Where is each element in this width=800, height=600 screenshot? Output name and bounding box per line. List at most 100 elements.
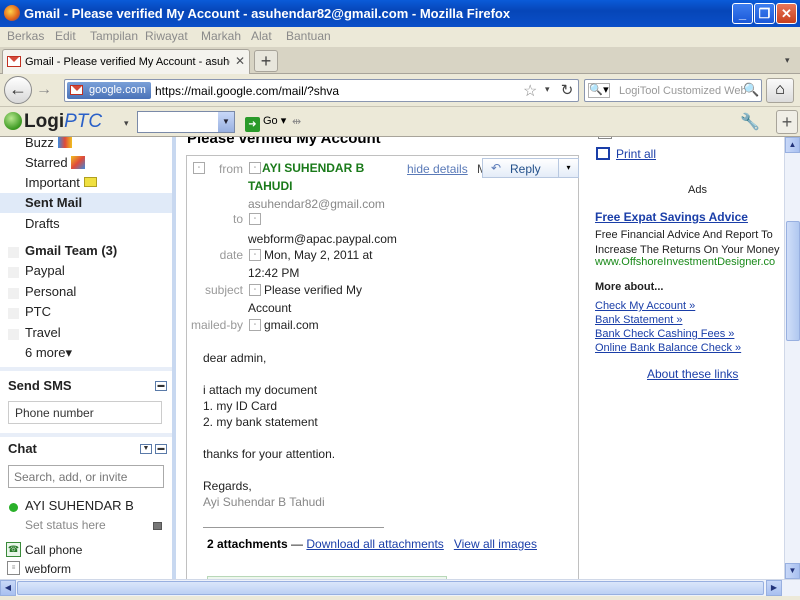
label-color-swatch-icon bbox=[8, 329, 19, 340]
collapse-sms-icon[interactable]: ▬ bbox=[155, 381, 167, 391]
search-icon[interactable]: 🔍 bbox=[743, 82, 759, 98]
sidebar-item-sent-mail[interactable]: Sent Mail bbox=[25, 195, 82, 210]
sidebar-label-travel[interactable]: Travel bbox=[25, 325, 61, 340]
sidebar-label-paypal[interactable]: Paypal bbox=[25, 263, 65, 278]
wrench-icon[interactable]: 🔧 bbox=[740, 112, 760, 132]
reload-icon[interactable]: ↻ bbox=[557, 81, 577, 100]
status-bar bbox=[0, 596, 800, 600]
more-labels-link[interactable]: 6 more▾ bbox=[25, 345, 72, 361]
sidebar-label-ptc[interactable]: PTC bbox=[25, 304, 51, 319]
menu-markah[interactable]: Markah bbox=[201, 29, 241, 43]
print-all-link[interactable]: Print all bbox=[616, 147, 656, 161]
sidebar-item-starred[interactable]: Starred bbox=[25, 155, 86, 170]
logiptc-logo[interactable]: LogiPTC bbox=[4, 111, 102, 133]
search-box[interactable]: 🔍▾ LogiTool Customized Web Search 🔍 bbox=[584, 79, 762, 102]
scroll-down-icon[interactable]: ▼ bbox=[785, 563, 800, 579]
sidebar-item-important[interactable]: Important bbox=[25, 175, 97, 190]
reply-label: Reply bbox=[510, 162, 541, 176]
minimize-button[interactable]: _ bbox=[732, 3, 753, 24]
sidebar-divider bbox=[0, 367, 172, 371]
scroll-left-icon[interactable]: ◀ bbox=[0, 580, 16, 596]
ad-link-bank-check-cashing[interactable]: Bank Check Cashing Fees » bbox=[595, 328, 734, 340]
ad-description: Free Financial Advice And Report To Incr… bbox=[595, 229, 780, 256]
forward-button[interactable]: → bbox=[33, 80, 55, 102]
reply-button[interactable]: ↶ Reply bbox=[482, 158, 559, 178]
search-engine-icon[interactable]: 🔍▾ bbox=[588, 83, 610, 98]
call-phone-link[interactable]: Call phone bbox=[25, 543, 82, 557]
bookmark-star-icon[interactable]: ☆ bbox=[523, 81, 537, 101]
url-history-chevron-icon[interactable]: ▾ bbox=[545, 84, 550, 95]
to-label: to bbox=[232, 212, 243, 226]
horizontal-scroll-thumb[interactable] bbox=[17, 581, 764, 595]
printer-icon[interactable] bbox=[596, 147, 610, 160]
menu-alat[interactable]: Alat bbox=[251, 29, 272, 43]
sidebar-label-gmail-team[interactable]: Gmail Team (3) bbox=[25, 243, 117, 258]
combo-chevron-down-icon[interactable]: ▼ bbox=[218, 112, 234, 132]
sidebar-item-drafts[interactable]: Drafts bbox=[25, 216, 60, 231]
gmail-sidebar: Buzz Starred Important Sent Mail Drafts … bbox=[0, 137, 172, 579]
chat-contact-webform[interactable]: webform bbox=[25, 562, 71, 576]
close-window-button[interactable]: ✕ bbox=[776, 3, 797, 24]
more-actions-chevron-icon[interactable]: ▾ bbox=[558, 158, 579, 178]
message-card: ▫ from ▫ AYI SUHENDAR B TAHUDI asuhendar… bbox=[186, 155, 579, 579]
mailed-by-label: mailed-by bbox=[190, 318, 243, 332]
new-tab-button[interactable]: + bbox=[254, 50, 278, 72]
view-all-images-link[interactable]: View all images bbox=[454, 537, 537, 551]
ad-link-bank-statement[interactable]: Bank Statement » bbox=[595, 314, 682, 326]
from-name[interactable]: AYI SUHENDAR B bbox=[262, 161, 364, 175]
body-line: 2. my bank statement bbox=[203, 415, 318, 429]
logiptc-menu-chevron-icon[interactable]: ▾ bbox=[124, 118, 129, 129]
maximize-button[interactable]: ❐ bbox=[754, 3, 775, 24]
set-status-link[interactable]: Set status here bbox=[25, 518, 106, 532]
chat-options-chevron-down-icon[interactable]: ▼ bbox=[140, 444, 152, 454]
attachments-dash: — bbox=[291, 537, 304, 551]
add-toolbar-button[interactable]: + bbox=[776, 110, 798, 134]
about-these-links[interactable]: About these links bbox=[647, 367, 738, 381]
collapse-chat-icon[interactable]: ▬ bbox=[155, 444, 167, 454]
chat-user-name[interactable]: AYI SUHENDAR B bbox=[25, 498, 134, 513]
menu-riwayat[interactable]: Riwayat bbox=[145, 29, 188, 43]
sidebar-item-buzz[interactable]: Buzz bbox=[25, 137, 72, 150]
tab-gmail[interactable]: Gmail - Please verified My Account - asu… bbox=[2, 49, 250, 74]
menu-tampilan[interactable]: Tampilan bbox=[90, 29, 138, 43]
download-all-link[interactable]: Download all attachments bbox=[306, 537, 443, 551]
go-button[interactable]: ➜ Go ▾ bbox=[245, 114, 286, 132]
scroll-up-icon[interactable]: ▲ bbox=[785, 137, 800, 153]
close-tab-icon[interactable]: ✕ bbox=[235, 54, 245, 68]
vertical-scrollbar[interactable]: ▲ ▼ bbox=[784, 137, 800, 579]
ad-title-link[interactable]: Free Expat Savings Advice bbox=[595, 210, 748, 224]
label-color-swatch-icon bbox=[8, 247, 19, 258]
chat-search-input[interactable]: Search, add, or invite bbox=[8, 465, 164, 488]
vertical-scroll-thumb[interactable] bbox=[786, 221, 800, 341]
gmail-favicon-icon bbox=[7, 56, 21, 67]
home-button[interactable]: ⌂ bbox=[766, 78, 794, 103]
from-name-continued[interactable]: TAHUDI bbox=[248, 179, 292, 193]
phone-number-input[interactable]: Phone number bbox=[8, 401, 162, 424]
toolbar-resize-gripper-icon[interactable]: ⇹ bbox=[292, 115, 301, 128]
menu-edit[interactable]: Edit bbox=[55, 29, 76, 43]
search-placeholder: LogiTool Customized Web Search bbox=[619, 85, 747, 97]
toolbar-search-combo[interactable]: ▼ bbox=[137, 111, 235, 133]
status-dropdown-icon[interactable] bbox=[153, 522, 162, 530]
sidebar-divider bbox=[0, 433, 172, 437]
address-bar[interactable]: google.com https://mail.google.com/mail/… bbox=[64, 79, 579, 102]
ad-link-check-my-account[interactable]: Check My Account » bbox=[595, 300, 695, 312]
ads-heading: Ads bbox=[688, 184, 707, 196]
site-identity-button[interactable]: google.com bbox=[67, 82, 151, 99]
ad-url[interactable]: www.OffshoreInvestmentDesigner.co bbox=[595, 256, 775, 268]
back-button[interactable]: ← bbox=[4, 76, 32, 104]
chat-search-placeholder: Search, add, or invite bbox=[14, 470, 128, 484]
horizontal-scrollbar[interactable]: ◀ ▶ bbox=[0, 579, 800, 596]
firefox-icon bbox=[4, 5, 20, 21]
url-text[interactable]: https://mail.google.com/mail/?shva bbox=[155, 84, 339, 98]
new-window-icon[interactable] bbox=[598, 137, 612, 139]
menu-bantuan[interactable]: Bantuan bbox=[286, 29, 331, 43]
menu-berkas[interactable]: Berkas bbox=[7, 29, 44, 43]
ad-link-online-bank-balance[interactable]: Online Bank Balance Check » bbox=[595, 342, 741, 354]
tab-list-chevron-icon[interactable]: ▾ bbox=[785, 55, 790, 66]
menu-bar: Berkas Edit Tampilan Riwayat Markah Alat… bbox=[0, 27, 800, 47]
window-title-bar[interactable]: Gmail - Please verified My Account - asu… bbox=[0, 0, 800, 27]
sidebar-label-personal[interactable]: Personal bbox=[25, 284, 76, 299]
scroll-right-icon[interactable]: ▶ bbox=[766, 580, 782, 596]
hide-details-link[interactable]: hide details bbox=[407, 162, 468, 176]
